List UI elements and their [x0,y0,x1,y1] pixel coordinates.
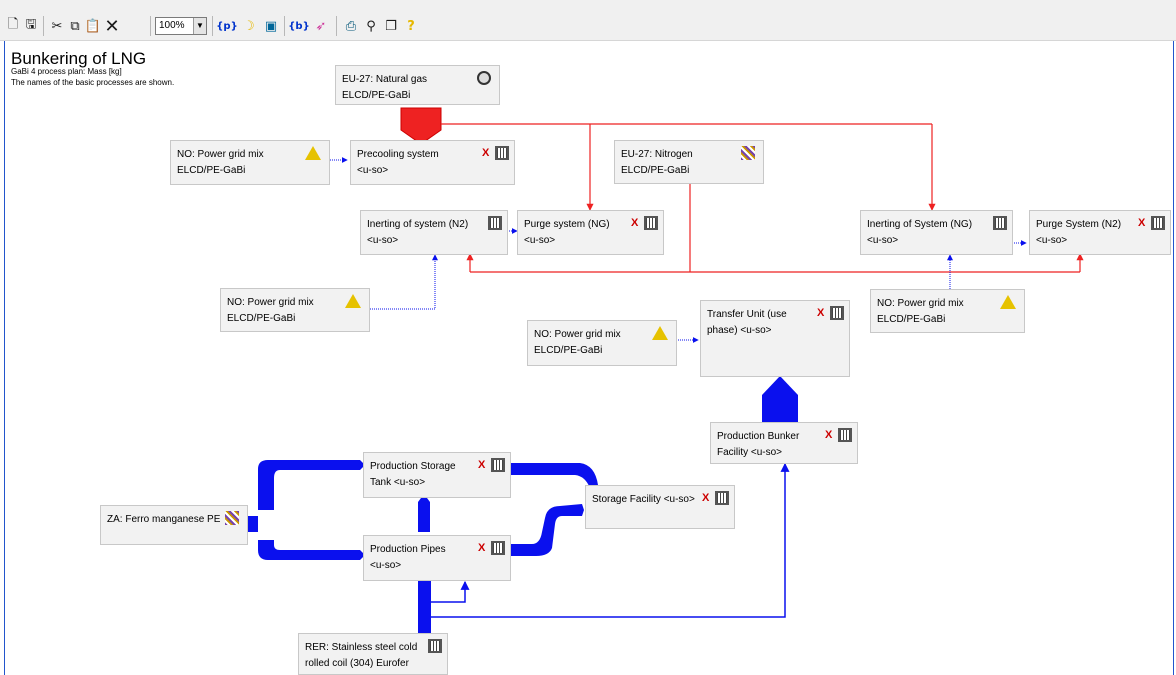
x-icon: X [631,217,639,229]
plan-icon [838,428,852,442]
process-power-grid-4[interactable]: NO: Power grid mix ELCD/PE-GaBi [527,320,677,366]
warning-icon [345,294,361,308]
process-source: <u-so> [370,560,402,571]
x-icon: X [482,147,490,159]
mix-process-icon [225,511,239,525]
x-icon: X [817,307,825,319]
x-icon: X [478,459,486,471]
process-source: ELCD/PE-GaBi [177,165,246,176]
process-production-storage-tank[interactable]: Production Storage Tank <u-so> X [363,452,511,498]
plan-icon [488,216,502,230]
process-inerting-ng[interactable]: Inerting of System (NG) <u-so> [860,210,1013,255]
process-label: ZA: Ferro manganese PE [107,514,221,525]
x-icon: X [478,542,486,554]
process-power-grid-2[interactable]: NO: Power grid mix ELCD/PE-GaBi [220,288,370,332]
plan-icon [491,458,505,472]
process-power-grid-3[interactable]: NO: Power grid mix ELCD/PE-GaBi [870,289,1025,333]
process-precooling[interactable]: Precooling system <u-so> X [350,140,515,185]
x-icon: X [825,429,833,441]
process-source: ELCD/PE-GaBi [534,345,603,356]
plan-icon [993,216,1007,230]
process-stainless-steel[interactable]: RER: Stainless steel cold rolled coil (3… [298,633,448,675]
plan-icon [491,541,505,555]
gas-process-icon [477,71,491,85]
process-label: NO: Power grid mix [877,298,964,309]
x-icon: X [702,492,710,504]
process-label: NO: Power grid mix [177,149,264,160]
x-icon: X [1138,217,1146,229]
process-source: ELCD/PE-GaBi [621,165,690,176]
process-source: <u-so> [367,235,399,246]
process-label: EU-27: Nitrogen [621,149,693,160]
process-source: <u-so> [524,235,556,246]
plan-icon [644,216,658,230]
process-source: Tank <u-so> [370,477,426,488]
plan-icon [1151,216,1165,230]
process-storage-facility[interactable]: Storage Facility <u-so> X [585,485,735,529]
process-power-grid-1[interactable]: NO: Power grid mix ELCD/PE-GaBi [170,140,330,185]
process-source: <u-so> [357,165,389,176]
process-purge-ng[interactable]: Purge system (NG) <u-so> X [517,210,664,255]
process-source: ELCD/PE-GaBi [877,314,946,325]
process-inerting-n2[interactable]: Inerting of system (N2) <u-so> [360,210,508,255]
process-source: Facility <u-so> [717,447,783,458]
process-source: <u-so> [867,235,899,246]
process-source: ELCD/PE-GaBi [227,313,296,324]
plan-icon [428,639,442,653]
process-label: NO: Power grid mix [534,329,621,340]
mix-process-icon [741,146,755,160]
process-label: Inerting of system (N2) [367,219,469,230]
process-purge-n2[interactable]: Purge System (N2) <u-so> X [1029,210,1171,255]
warning-icon [1000,295,1016,309]
process-source: <u-so> [1036,235,1068,246]
gabi-app: 🗋 🖫 ✂ ⧉ 📋 ✕ 100% ▼ {p} ☽ ▣ {b} ➶ ⎙ ⚲ ❐ ?… [0,0,1176,675]
plan-icon [495,146,509,160]
process-label: Inerting of System (NG) [867,219,973,230]
process-transfer-unit[interactable]: Transfer Unit (use phase) <u-so> X [700,300,850,377]
process-label: RER: Stainless steel cold [305,642,418,653]
plan-icon [830,306,844,320]
process-production-pipes[interactable]: Production Pipes <u-so> X [363,535,511,581]
process-source: phase) <u-so> [707,325,772,336]
process-production-bunker[interactable]: Production Bunker Facility <u-so> X [710,422,858,464]
warning-icon [305,146,321,160]
warning-icon [652,326,668,340]
process-source: ELCD/PE-GaBi [342,90,411,101]
process-label: NO: Power grid mix [227,297,314,308]
process-natural-gas[interactable]: EU-27: Natural gas ELCD/PE-GaBi [335,65,500,105]
process-nitrogen[interactable]: EU-27: Nitrogen ELCD/PE-GaBi [614,140,764,184]
plan-icon [715,491,729,505]
process-label: EU-27: Natural gas [342,74,428,85]
process-source: rolled coil (304) Eurofer [305,658,409,669]
process-ferro-manganese[interactable]: ZA: Ferro manganese PE [100,505,248,545]
